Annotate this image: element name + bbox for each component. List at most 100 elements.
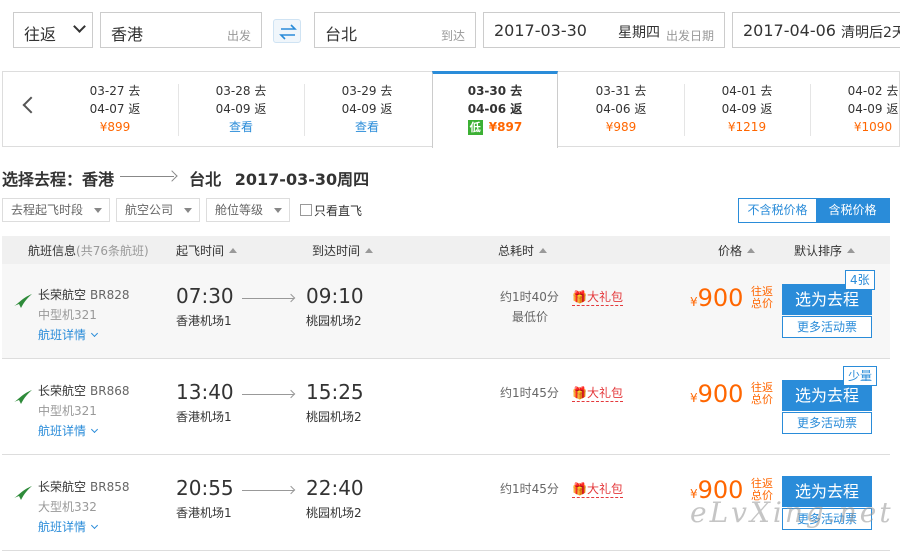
- to-city-label: 到达: [440, 29, 465, 43]
- gift-package-label: 大礼包: [586, 290, 623, 304]
- gift-package-link[interactable]: 🎁大礼包: [572, 480, 623, 498]
- date-option[interactable]: 03-28 去 04-09 返 查看: [178, 82, 304, 140]
- more-fares-button[interactable]: 更多活动票: [782, 316, 872, 338]
- trip-type-select[interactable]: 往返: [13, 12, 93, 48]
- excl-tax-option[interactable]: 不含税价格: [739, 199, 816, 222]
- airline-logo-icon: [14, 390, 32, 404]
- sort-arrive-time[interactable]: 到达时间: [312, 242, 374, 259]
- flight-detail-label: 航班详情: [38, 328, 87, 342]
- seats-left-badge: 少量: [843, 366, 878, 386]
- depart-airport: 香港机场1: [176, 410, 232, 424]
- to-city-input[interactable]: 台北 到达: [314, 12, 476, 48]
- caret-down-icon: [184, 208, 192, 213]
- depart-time-filter-label: 去程起飞时段: [11, 203, 84, 217]
- date-option-go: 04-02 去: [847, 84, 899, 98]
- currency-symbol: ¥: [690, 391, 698, 405]
- cabin-filter-label: 舱位等级: [215, 203, 264, 217]
- depart-time: 07:30: [176, 284, 234, 308]
- trip-type-value: 往返: [24, 25, 57, 44]
- return-date-note: 清明后2天: [841, 25, 900, 41]
- date-option-view-link[interactable]: 查看: [178, 118, 304, 136]
- sort-up-icon: [847, 248, 856, 253]
- plane-type: 中型机321: [38, 404, 97, 418]
- from-city-input[interactable]: 香港 出发: [100, 12, 262, 48]
- col-arrive-label: 到达时间: [312, 244, 361, 258]
- airline-name-text: 长荣航空: [38, 480, 87, 494]
- date-option-go: 03-30 去: [467, 84, 523, 98]
- route-title: 选择去程：香港 台北 2017-03-30周四: [2, 166, 369, 190]
- depart-time-filter[interactable]: 去程起飞时段: [2, 198, 110, 222]
- plane-type: 中型机321: [38, 308, 97, 322]
- tax-price-toggle: 不含税价格 含税价格: [738, 198, 890, 223]
- col-sort-label: 默认排序: [794, 244, 843, 258]
- date-option-price: ¥1219: [727, 120, 767, 134]
- date-option[interactable]: 03-29 去 04-09 返 查看: [304, 82, 430, 140]
- flight-duration: 约1时45分: [500, 482, 559, 496]
- swap-icon: [279, 24, 297, 40]
- date-option-view-link[interactable]: 查看: [304, 118, 430, 136]
- chevron-down-icon: [73, 20, 86, 33]
- arrive-time: 22:40: [306, 476, 364, 500]
- depart-date-input[interactable]: 2017-03-30 星期四 出发日期: [483, 12, 725, 48]
- date-option-price: ¥1090: [853, 120, 893, 134]
- seats-left-badge: 4张: [845, 270, 875, 290]
- flight-number: BR868: [90, 384, 130, 398]
- date-option-selected[interactable]: 03-30 去 04-06 返 低 ¥897: [432, 82, 558, 140]
- cabin-filter[interactable]: 舱位等级: [206, 198, 290, 222]
- caret-down-icon: [274, 208, 282, 213]
- swap-cities-button[interactable]: [273, 19, 301, 43]
- date-option-go: 03-27 去: [89, 84, 141, 98]
- date-option[interactable]: 04-01 去 04-09 返 ¥1219: [684, 82, 810, 140]
- depart-time: 20:55: [176, 476, 234, 500]
- date-option[interactable]: 04-02 去 04-09 返 ¥1090: [810, 82, 900, 140]
- flight-detail-link[interactable]: 航班详情: [38, 326, 99, 343]
- flight-detail-link[interactable]: 航班详情: [38, 422, 99, 439]
- return-date-input[interactable]: 2017-04-06 清明后2天: [732, 12, 900, 48]
- airline-filter[interactable]: 航空公司: [116, 198, 200, 222]
- more-fares-button[interactable]: 更多活动票: [782, 412, 872, 434]
- date-option[interactable]: 03-31 去 04-06 返 ¥989: [558, 82, 684, 140]
- date-option-back: 04-09 返: [215, 102, 267, 116]
- airline-name: 长荣航空 BR868: [38, 382, 130, 399]
- flight-detail-label: 航班详情: [38, 424, 87, 438]
- sort-depart-time[interactable]: 起飞时间: [176, 242, 238, 259]
- flight-number: BR858: [90, 480, 130, 494]
- chevron-down-icon: [90, 329, 99, 338]
- arrive-time: 09:10: [306, 284, 364, 308]
- flight-detail-link[interactable]: 航班详情: [38, 518, 99, 535]
- depart-time: 13:40: [176, 380, 234, 404]
- gift-package-link[interactable]: 🎁大礼包: [572, 288, 623, 306]
- depart-airport: 香港机场1: [176, 314, 232, 328]
- direct-only-checkbox[interactable]: [300, 204, 312, 216]
- depart-weekday: 星期四: [618, 25, 660, 41]
- direct-only-label[interactable]: 只看直飞: [314, 202, 362, 219]
- flight-row: [2, 264, 890, 359]
- sort-price[interactable]: 价格: [718, 242, 756, 259]
- from-city-value: 香港: [111, 25, 144, 44]
- chevron-left-icon[interactable]: [22, 96, 40, 114]
- flight-number: BR828: [90, 288, 130, 302]
- flight-duration: 约1时40分: [500, 290, 559, 304]
- price-value: 900: [697, 284, 744, 312]
- date-option-price: ¥989: [605, 120, 637, 134]
- col-flight-info-label: 航班信息: [28, 244, 77, 258]
- sort-duration[interactable]: 总耗时: [498, 242, 548, 259]
- gift-package-link[interactable]: 🎁大礼包: [572, 384, 623, 402]
- flight-price: ¥900: [690, 380, 743, 408]
- price-value: 900: [697, 380, 744, 408]
- sort-up-icon: [365, 248, 374, 253]
- gift-package-label: 大礼包: [586, 386, 623, 400]
- date-option[interactable]: 03-27 去 04-07 返 ¥899: [52, 82, 178, 140]
- arrive-airport: 桃园机场2: [306, 506, 362, 520]
- depart-date-label: 出发日期: [665, 29, 714, 43]
- col-depart-label: 起飞时间: [176, 244, 225, 258]
- roundtrip-total-note: 往返总价: [751, 381, 773, 406]
- airline-logo-icon: [14, 294, 32, 308]
- incl-tax-option[interactable]: 含税价格: [816, 199, 889, 222]
- col-duration-label: 总耗时: [498, 244, 535, 258]
- sort-default[interactable]: 默认排序: [794, 242, 856, 259]
- currency-symbol: ¥: [690, 295, 698, 309]
- col-flight-info: 航班信息(共76条航班): [28, 242, 149, 259]
- flight-price: ¥900: [690, 284, 743, 312]
- plane-type: 大型机332: [38, 500, 97, 514]
